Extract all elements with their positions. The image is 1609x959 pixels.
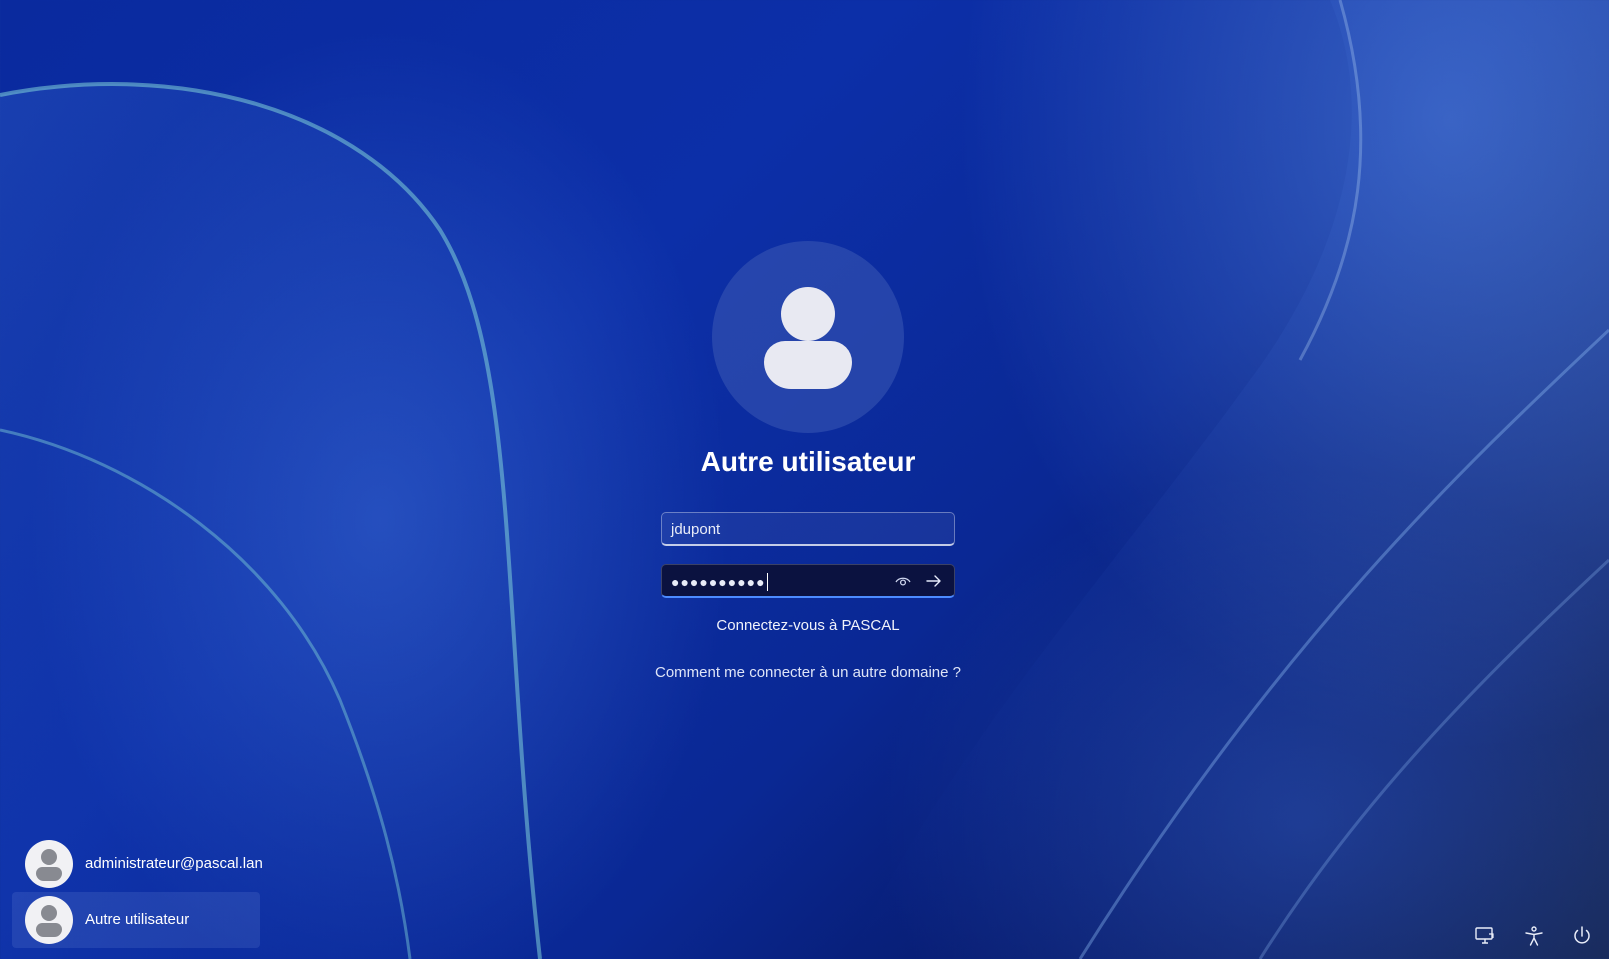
user-list-item-selected[interactable]: Autre utilisateur	[12, 892, 260, 948]
username-value: jdupont	[671, 521, 721, 538]
avatar-body	[764, 341, 852, 389]
login-panel: Autre utilisateur jdupont ●●●●●●●●●● Con…	[0, 0, 1609, 959]
accessibility-icon[interactable]	[1523, 925, 1545, 947]
other-domain-link[interactable]: Comment me connecter à un autre domaine …	[0, 664, 1609, 681]
user-list-item[interactable]: administrateur@pascal.lan	[12, 836, 263, 892]
network-icon[interactable]	[1474, 925, 1496, 947]
user-avatar-small	[25, 840, 73, 888]
reveal-password-icon[interactable]	[894, 573, 912, 589]
domain-label: Connectez-vous à PASCAL	[716, 617, 900, 634]
avatar-head	[781, 287, 835, 341]
user-list-name: Autre utilisateur	[85, 911, 190, 928]
password-field[interactable]: ●●●●●●●●●●	[661, 564, 955, 598]
username-field[interactable]: jdupont	[661, 512, 955, 546]
system-tray	[1474, 925, 1604, 949]
user-avatar-small	[25, 896, 73, 944]
user-switcher-list: administrateur@pascal.lan Autre utilisat…	[12, 836, 263, 948]
password-value: ●●●●●●●●●●	[671, 573, 768, 591]
text-caret	[766, 573, 768, 591]
user-avatar	[712, 241, 904, 433]
submit-arrow-icon[interactable]	[924, 572, 944, 590]
power-icon[interactable]	[1571, 925, 1593, 947]
user-title: Autre utilisateur	[700, 446, 916, 477]
user-list-name: administrateur@pascal.lan	[85, 855, 263, 872]
